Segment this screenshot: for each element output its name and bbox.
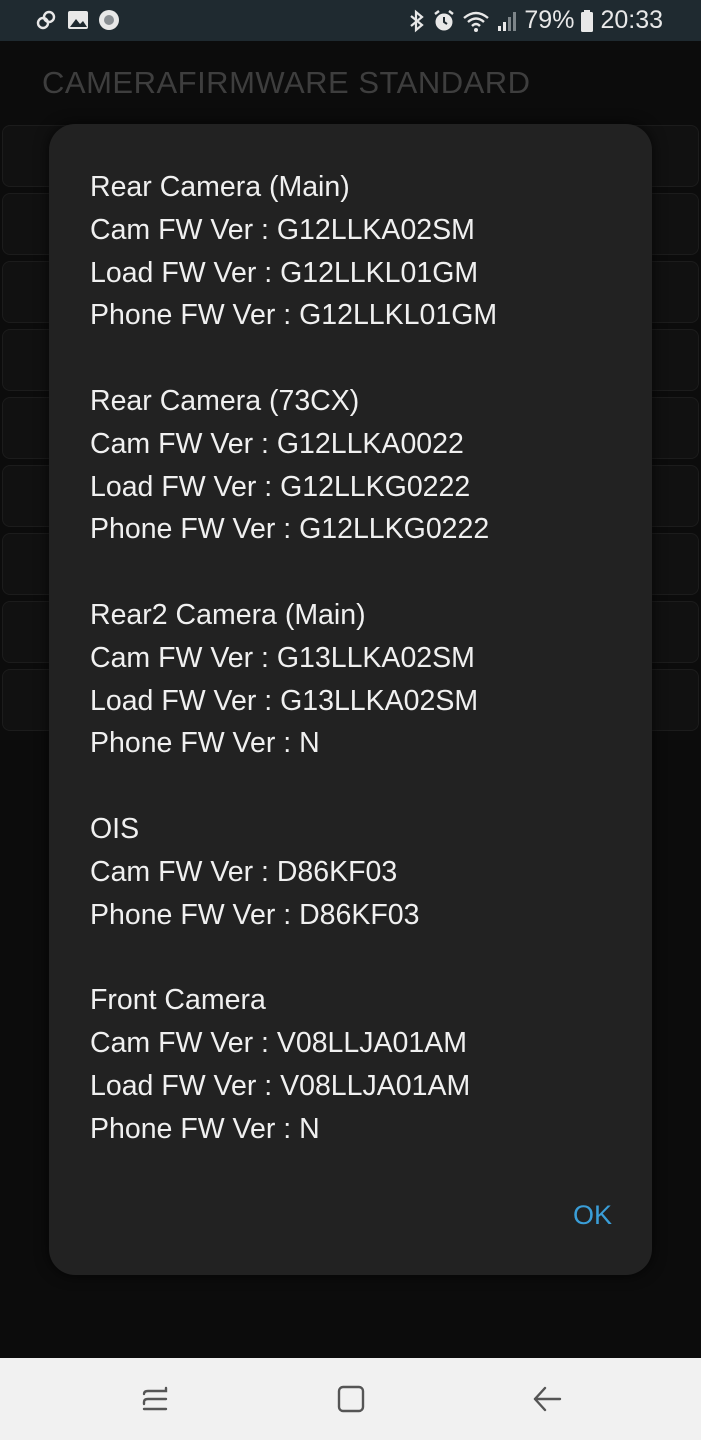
fw-line: Cam FW Ver : V08LLJA01AM [90,1026,467,1059]
home-icon[interactable] [334,1382,368,1416]
fw-group-heading: Front Camera [90,984,266,1017]
screen: 79% 20:33 CAMERAFIRMWARE STANDARD Rear C… [0,0,701,1440]
signal-icon [496,9,518,33]
bluetooth-icon [408,9,426,33]
wifi-icon [462,9,490,33]
alarm-icon [432,9,456,33]
fw-line: Load FW Ver : G12LLKG0222 [90,470,471,503]
fw-line: Phone FW Ver : N [90,1112,320,1145]
link-icon [34,8,58,32]
fw-line: Phone FW Ver : G12LLKL01GM [90,299,498,332]
navigation-bar [0,1358,701,1440]
fw-line: Phone FW Ver : G12LLKG0222 [90,513,490,546]
fw-line: Load FW Ver : G12LLKL01GM [90,256,479,289]
battery-percent: 79% [524,6,575,34]
fw-line: Load FW Ver : G13LLKA02SM [90,684,479,717]
fw-line: Cam FW Ver : D86KF03 [90,855,398,888]
dialog-message: Rear Camera (Main) Cam FW Ver : G12LLKA0… [90,166,630,1150]
fw-group-heading: OIS [90,812,140,845]
fw-group-heading: Rear Camera (Main) [90,171,350,203]
fw-line: Cam FW Ver : G13LLKA02SM [90,641,475,674]
fw-line: Cam FW Ver : G12LLKA02SM [90,213,475,246]
firmware-dialog: Rear Camera (Main) Cam FW Ver : G12LLKA0… [49,124,652,1275]
fw-group-ois: OIS Cam FW Ver : D86KF03 Phone FW Ver : … [90,808,630,936]
fw-line: Load FW Ver : V08LLJA01AM [90,1069,471,1102]
fw-group-rear-main: Rear Camera (Main) Cam FW Ver : G12LLKA0… [90,166,630,337]
fw-line: Cam FW Ver : G12LLKA0022 [90,427,464,460]
clock: 20:33 [600,6,663,34]
ok-button[interactable]: OK [573,1200,612,1231]
app-title: CAMERAFIRMWARE STANDARD [42,65,531,100]
record-icon [98,9,120,31]
fw-group-heading: Rear Camera (73CX) [90,384,360,417]
fw-group-front: Front Camera Cam FW Ver : V08LLJA01AM Lo… [90,979,630,1150]
image-icon [67,9,89,31]
fw-group-rear-73cx: Rear Camera (73CX) Cam FW Ver : G12LLKA0… [90,380,630,551]
fw-line: Phone FW Ver : N [90,727,320,760]
status-bar: 79% 20:33 [0,0,701,41]
recent-apps-icon[interactable] [140,1382,174,1416]
status-left-icons [34,8,120,32]
fw-group-heading: Rear2 Camera (Main) [90,598,366,631]
fw-line: Phone FW Ver : D86KF03 [90,898,420,931]
back-icon[interactable] [530,1382,564,1416]
fw-group-rear2-main: Rear2 Camera (Main) Cam FW Ver : G13LLKA… [90,594,630,765]
status-right: 79% 20:33 [408,6,663,35]
battery-icon [580,9,594,33]
